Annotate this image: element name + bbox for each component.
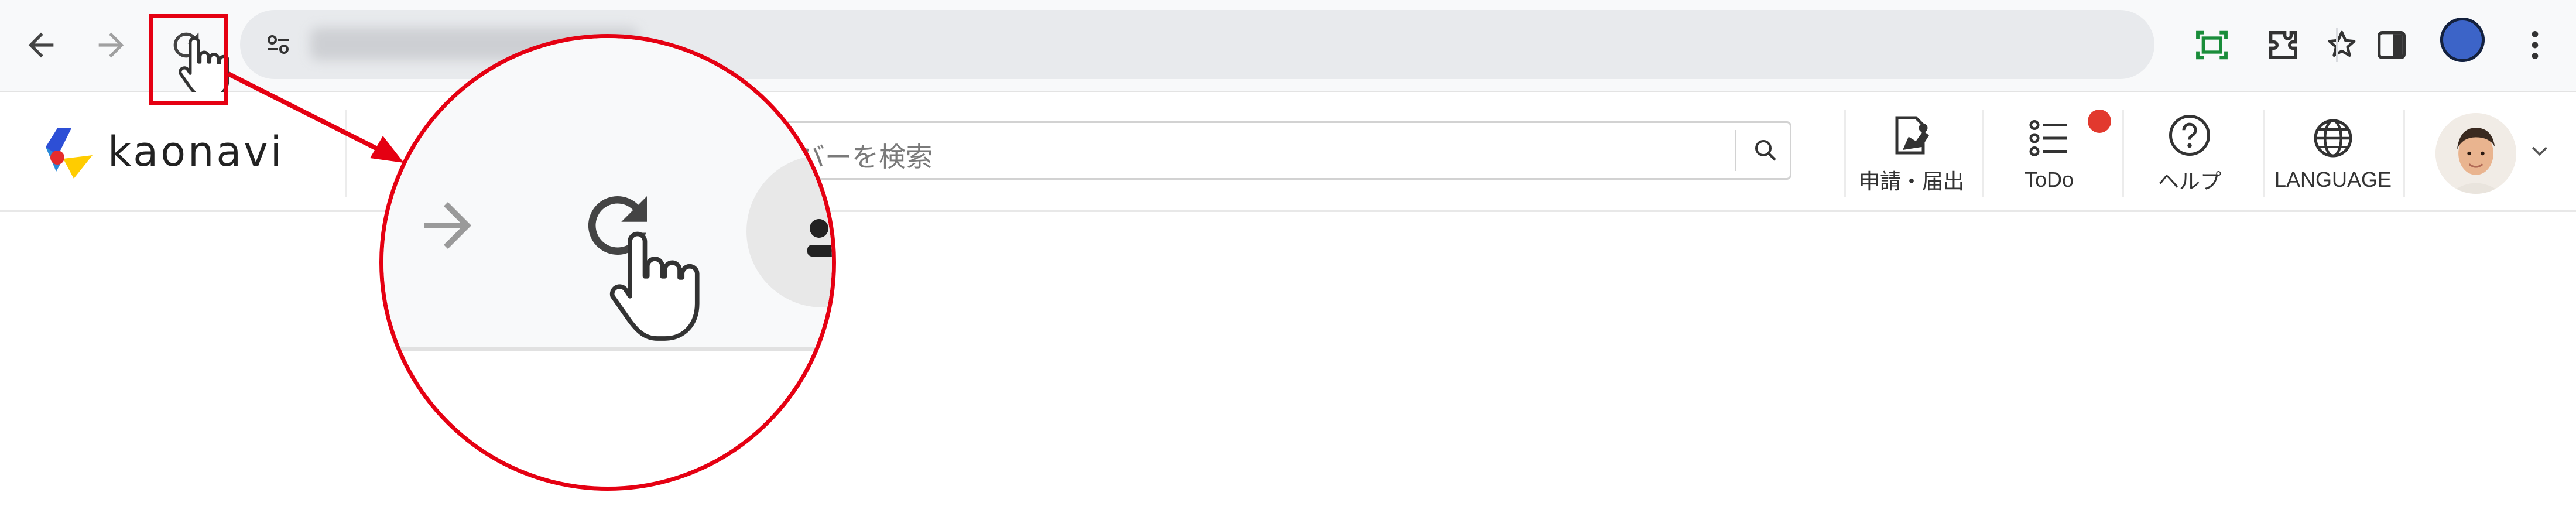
arrow-right-icon bbox=[424, 202, 471, 249]
nav-language[interactable]: LANGUAGE bbox=[2269, 110, 2397, 197]
header-divider bbox=[2403, 110, 2405, 197]
site-info-button[interactable] bbox=[252, 18, 304, 71]
header-divider bbox=[2122, 110, 2124, 197]
side-panel-button[interactable] bbox=[2362, 16, 2421, 74]
header-divider bbox=[1982, 110, 1984, 197]
arrow-right-icon bbox=[98, 32, 124, 58]
nav-help[interactable]: ヘルプ bbox=[2128, 110, 2251, 197]
reload-highlight-box bbox=[149, 14, 228, 105]
user-avatar[interactable] bbox=[2435, 113, 2516, 194]
header-divider bbox=[1844, 110, 1846, 197]
avatar-photo bbox=[2435, 113, 2516, 194]
chevron-down-icon[interactable] bbox=[2528, 139, 2551, 162]
side-panel-icon bbox=[2378, 31, 2406, 59]
tune-icon bbox=[807, 219, 832, 257]
star-icon bbox=[2328, 30, 2356, 57]
nav-application-label: 申請・届出 bbox=[1858, 169, 1964, 193]
forward-button[interactable] bbox=[82, 16, 141, 74]
screenshot-button[interactable] bbox=[2183, 16, 2241, 74]
nav-todo-label: ToDo bbox=[2024, 167, 2074, 192]
hand-pointer-icon bbox=[609, 231, 700, 341]
extensions-button[interactable] bbox=[2254, 16, 2313, 74]
kaonavi-logo-icon bbox=[46, 128, 93, 179]
todo-list-icon bbox=[2029, 120, 2067, 156]
todo-notification-badge bbox=[2088, 110, 2111, 133]
nav-help-label: ヘルプ bbox=[2157, 169, 2221, 193]
nav-application[interactable]: 申請・届出 bbox=[1850, 110, 1973, 197]
back-button[interactable] bbox=[12, 16, 70, 74]
tune-icon bbox=[268, 35, 289, 54]
profile-button[interactable] bbox=[2440, 18, 2485, 62]
toolbar-divider bbox=[2336, 28, 2338, 62]
help-icon bbox=[2169, 115, 2210, 156]
search-button[interactable] bbox=[1745, 130, 1786, 171]
globe-icon bbox=[2314, 119, 2352, 158]
extensions-icon bbox=[2269, 31, 2297, 59]
nav-language-label: LANGUAGE bbox=[2274, 167, 2392, 192]
magnifier-circle bbox=[379, 34, 836, 491]
screenshot-icon bbox=[2196, 30, 2228, 60]
bookmark-star-button[interactable] bbox=[2324, 27, 2359, 62]
more-menu-button[interactable] bbox=[2506, 16, 2564, 74]
application-form-icon bbox=[1895, 116, 1929, 155]
search-icon bbox=[1755, 140, 1776, 161]
more-vert-icon bbox=[2532, 31, 2539, 59]
header-divider bbox=[2263, 110, 2265, 197]
header-divider bbox=[345, 110, 347, 197]
search-divider bbox=[1735, 130, 1736, 171]
logo-text: kaonavi bbox=[108, 128, 285, 176]
kaonavi-logo[interactable]: kaonavi bbox=[41, 122, 284, 181]
magnified-divider bbox=[383, 347, 832, 351]
arrow-left-icon bbox=[28, 32, 54, 58]
